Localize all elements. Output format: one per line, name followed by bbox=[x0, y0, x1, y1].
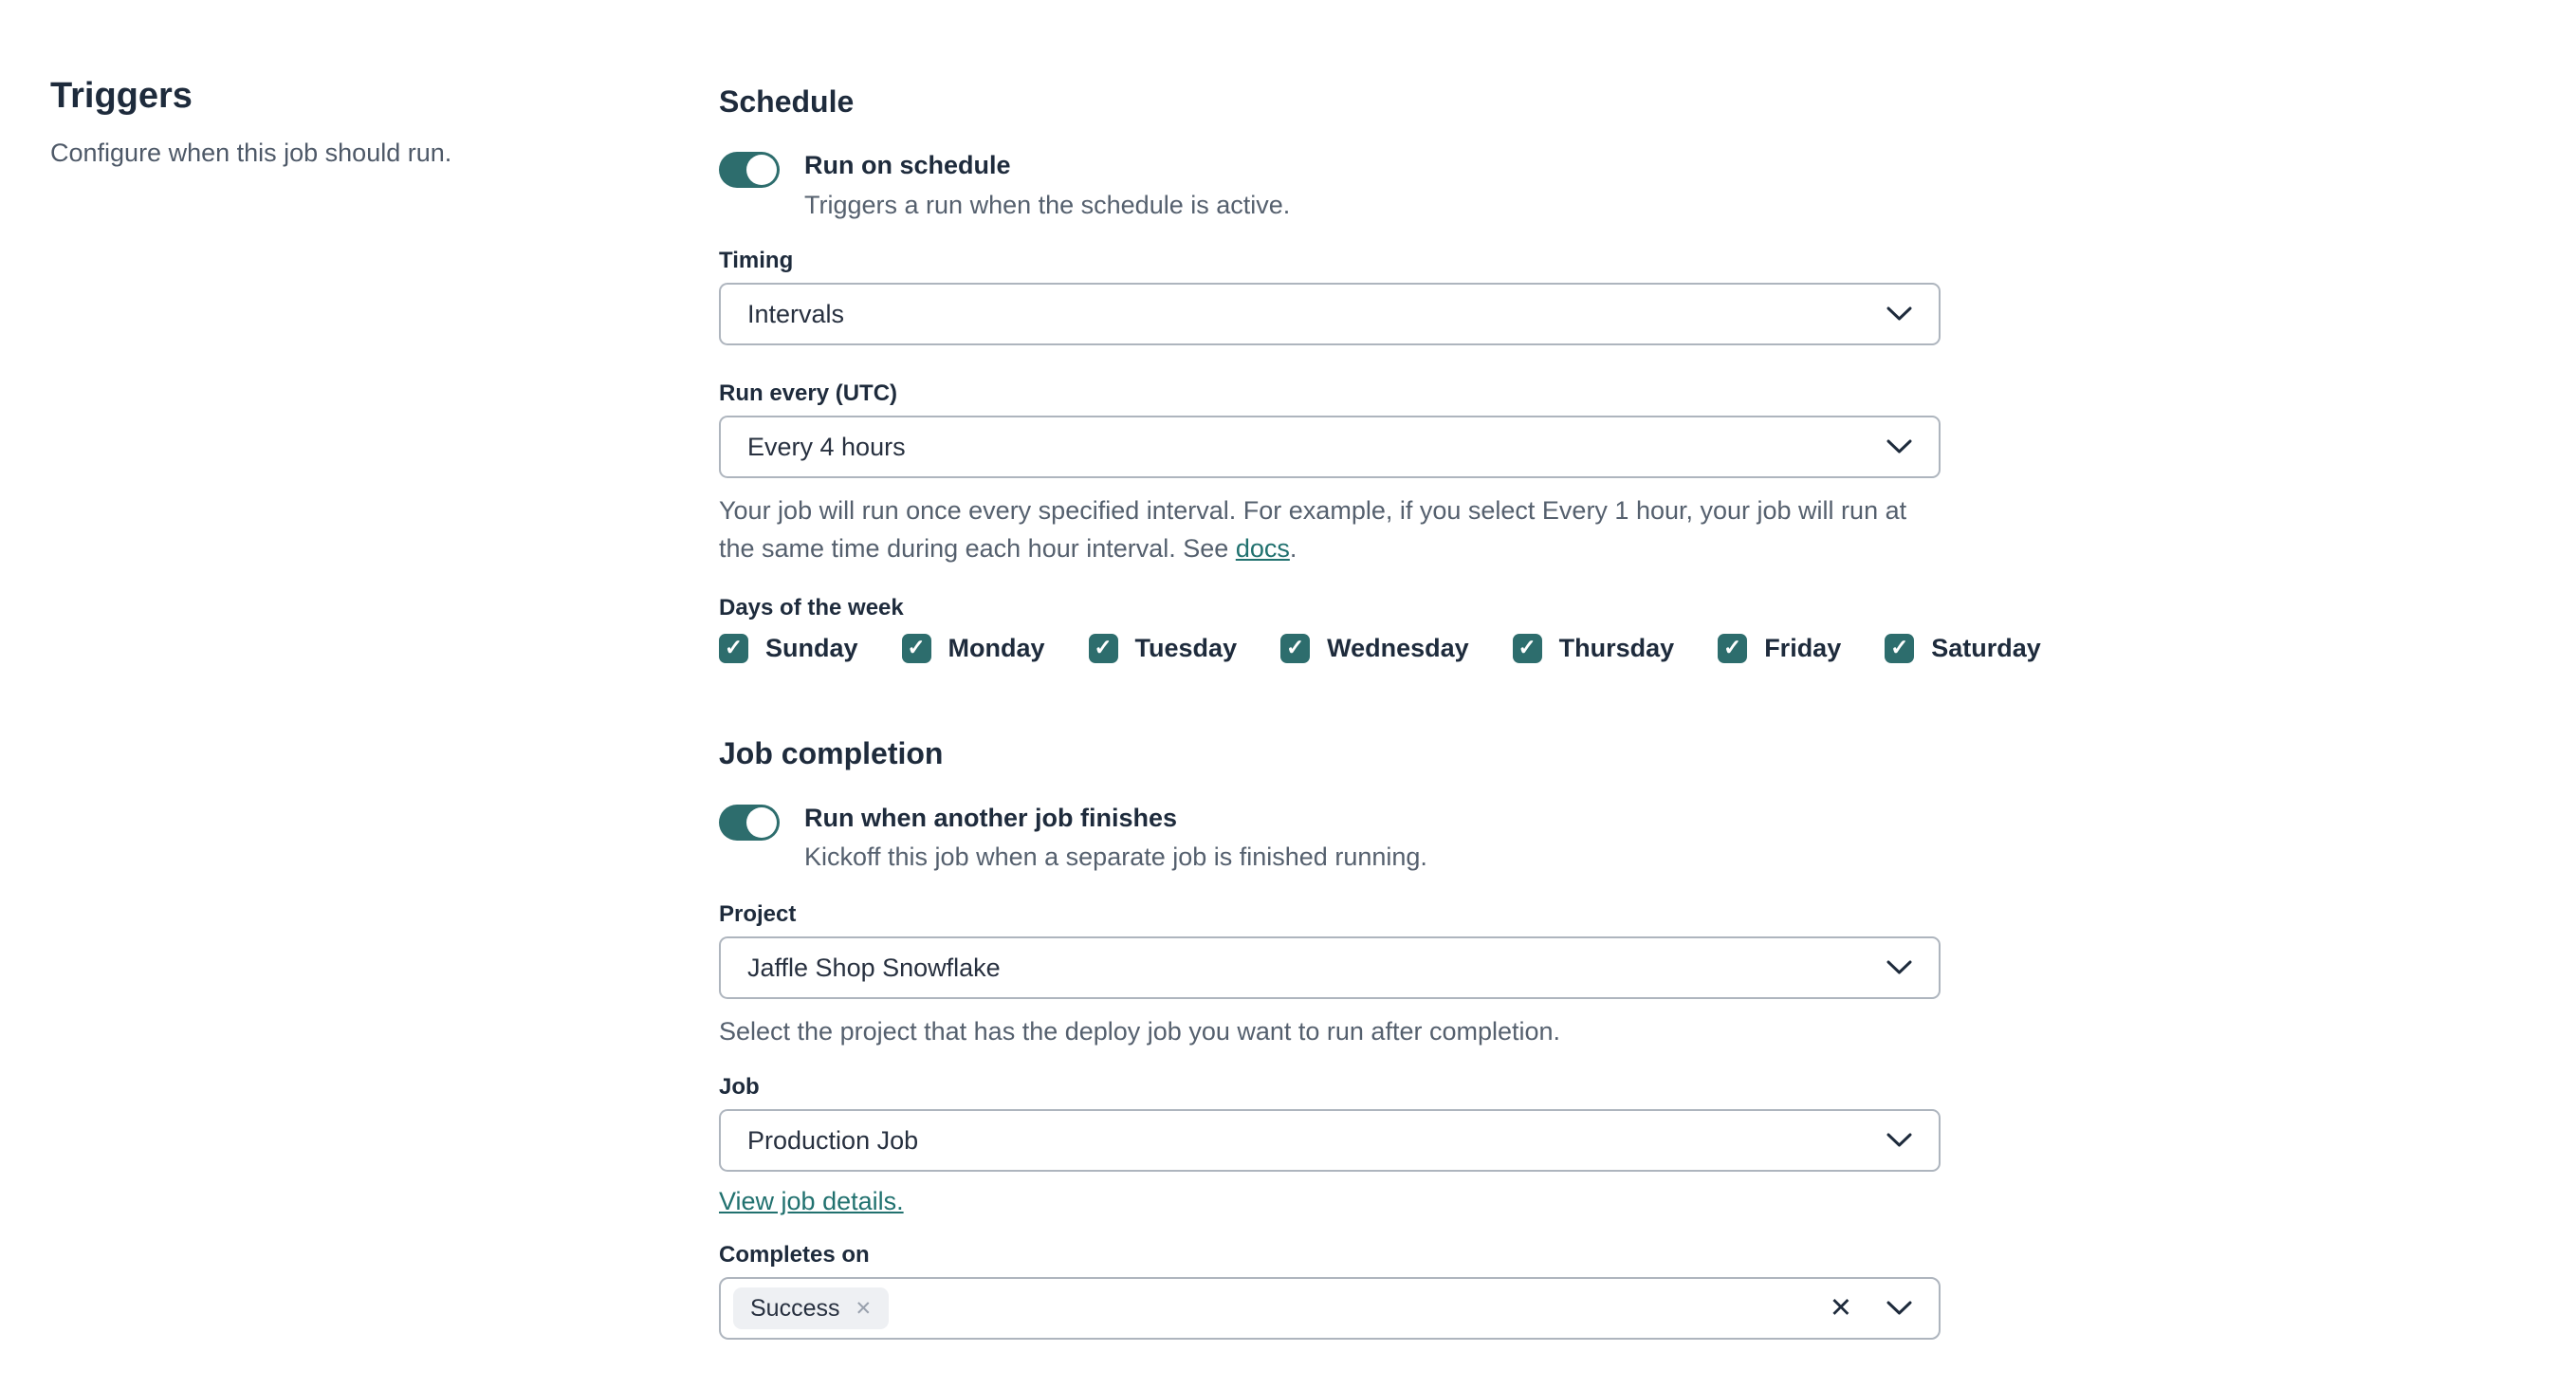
run-every-select[interactable]: Every 4 hours bbox=[719, 416, 1941, 479]
docs-link[interactable]: docs bbox=[1236, 534, 1290, 563]
job-completion-section-heading: Job completion bbox=[719, 736, 944, 771]
toggle-knob bbox=[746, 155, 777, 186]
chevron-down-icon bbox=[1886, 960, 1912, 974]
selected-chips: Success ✕ bbox=[733, 1287, 1830, 1330]
run-on-schedule-row: Run on schedule Triggers a run when the … bbox=[719, 150, 1941, 222]
check-icon: ✓ bbox=[1094, 635, 1113, 660]
day-label: Saturday bbox=[1931, 634, 2041, 663]
checkbox-checked-icon[interactable]: ✓ bbox=[1088, 634, 1118, 664]
run-when-finishes-description: Kickoff this job when a separate job is … bbox=[804, 843, 1427, 872]
day-label: Sunday bbox=[765, 634, 858, 663]
run-on-schedule-label: Run on schedule bbox=[804, 151, 1011, 180]
chip-close-icon[interactable]: ✕ bbox=[855, 1299, 872, 1319]
run-when-finishes-label: Run when another job finishes bbox=[804, 803, 1178, 832]
days-of-week-row: ✓ Sunday ✓ Monday ✓ Tuesday ✓ Wednesday … bbox=[719, 634, 2041, 664]
checkbox-checked-icon[interactable]: ✓ bbox=[1718, 634, 1748, 664]
triggers-sidebar: Triggers Configure when this job should … bbox=[50, 76, 657, 170]
clear-all-icon[interactable]: ✕ bbox=[1830, 1294, 1852, 1323]
checkbox-checked-icon[interactable]: ✓ bbox=[1512, 634, 1542, 664]
day-checkbox-thursday[interactable]: ✓ Thursday bbox=[1512, 634, 1675, 664]
run-on-schedule-toggle[interactable] bbox=[719, 152, 780, 189]
chip-success[interactable]: Success ✕ bbox=[733, 1287, 890, 1330]
help-text-after-link: . bbox=[1289, 534, 1297, 564]
run-when-finishes-text: Run when another job finishes Kickoff th… bbox=[804, 803, 1427, 875]
timing-select[interactable]: Intervals bbox=[719, 283, 1941, 346]
chevron-down-icon bbox=[1886, 306, 1912, 321]
day-label: Thursday bbox=[1558, 634, 1675, 663]
chip-label: Success bbox=[750, 1294, 840, 1322]
run-every-selected-value: Every 4 hours bbox=[747, 432, 906, 461]
chevron-down-icon bbox=[1886, 1133, 1912, 1147]
days-of-week-label: Days of the week bbox=[719, 595, 904, 621]
job-selected-value: Production Job bbox=[747, 1125, 919, 1155]
day-checkbox-tuesday[interactable]: ✓ Tuesday bbox=[1088, 634, 1238, 664]
job-label: Job bbox=[719, 1074, 760, 1101]
day-checkbox-wednesday[interactable]: ✓ Wednesday bbox=[1280, 634, 1469, 664]
check-icon: ✓ bbox=[907, 635, 926, 660]
page-title: Triggers bbox=[50, 76, 193, 116]
completes-on-multiselect[interactable]: Success ✕ ✕ bbox=[719, 1277, 1941, 1341]
run-when-finishes-toggle[interactable] bbox=[719, 804, 780, 841]
multiselect-controls: ✕ bbox=[1830, 1294, 1912, 1323]
check-icon: ✓ bbox=[724, 635, 744, 660]
day-label: Monday bbox=[948, 634, 1045, 663]
day-label: Tuesday bbox=[1134, 634, 1238, 663]
checkbox-checked-icon[interactable]: ✓ bbox=[1885, 634, 1915, 664]
page-subtitle: Configure when this job should run. bbox=[50, 138, 452, 167]
checkbox-checked-icon[interactable]: ✓ bbox=[1280, 634, 1311, 664]
chevron-down-icon[interactable] bbox=[1886, 1301, 1912, 1316]
run-every-label: Run every (UTC) bbox=[719, 380, 898, 407]
chevron-down-icon bbox=[1886, 439, 1912, 454]
view-job-details-link[interactable]: View job details. bbox=[719, 1187, 904, 1216]
check-icon: ✓ bbox=[1518, 635, 1536, 660]
day-label: Friday bbox=[1764, 634, 1842, 663]
check-icon: ✓ bbox=[1723, 635, 1742, 660]
check-icon: ✓ bbox=[1285, 635, 1305, 660]
timing-selected-value: Intervals bbox=[747, 299, 845, 328]
triggers-form: Schedule Run on schedule Triggers a run … bbox=[719, 0, 2041, 1341]
day-checkbox-friday[interactable]: ✓ Friday bbox=[1718, 634, 1842, 664]
job-select[interactable]: Production Job bbox=[719, 1109, 1941, 1173]
run-every-help-text: Your job will run once every specified i… bbox=[719, 491, 1941, 567]
schedule-section-heading: Schedule bbox=[719, 84, 855, 119]
timing-label: Timing bbox=[719, 248, 794, 274]
day-label: Wednesday bbox=[1327, 634, 1469, 663]
project-select[interactable]: Jaffle Shop Snowflake bbox=[719, 936, 1941, 1000]
run-on-schedule-text: Run on schedule Triggers a run when the … bbox=[804, 150, 1290, 222]
checkbox-checked-icon[interactable]: ✓ bbox=[719, 634, 748, 664]
day-checkbox-monday[interactable]: ✓ Monday bbox=[901, 634, 1045, 664]
run-when-finishes-row: Run when another job finishes Kickoff th… bbox=[719, 803, 1941, 875]
completes-on-label: Completes on bbox=[719, 1242, 870, 1269]
project-selected-value: Jaffle Shop Snowflake bbox=[747, 953, 1001, 982]
project-help-text: Select the project that has the deploy j… bbox=[719, 1017, 1561, 1046]
checkbox-checked-icon[interactable]: ✓ bbox=[901, 634, 931, 664]
help-text-before-link: Your job will run once every specified i… bbox=[719, 496, 1907, 564]
project-label: Project bbox=[719, 901, 797, 928]
day-checkbox-sunday[interactable]: ✓ Sunday bbox=[719, 634, 858, 664]
run-on-schedule-description: Triggers a run when the schedule is acti… bbox=[804, 191, 1291, 220]
toggle-knob bbox=[746, 806, 777, 838]
day-checkbox-saturday[interactable]: ✓ Saturday bbox=[1885, 634, 2041, 664]
check-icon: ✓ bbox=[1890, 635, 1909, 660]
